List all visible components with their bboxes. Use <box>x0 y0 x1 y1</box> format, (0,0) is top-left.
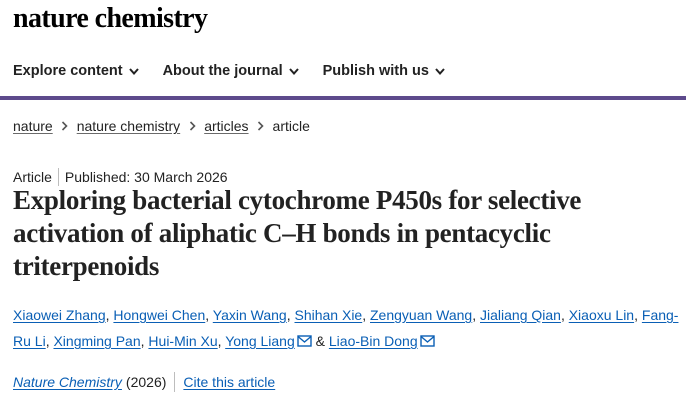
nav-publish-with-us[interactable]: Publish with us <box>323 62 445 80</box>
breadcrumb-nature[interactable]: nature <box>13 117 53 135</box>
chevron-right-icon <box>61 121 69 131</box>
author-link[interactable]: Xingming Pan <box>53 333 140 349</box>
nav-menu: Explore content About the journal Publis… <box>13 62 445 80</box>
breadcrumb-articles[interactable]: articles <box>204 117 248 135</box>
citation-line: Nature Chemistry (2026) Cite this articl… <box>13 372 275 392</box>
site-logo[interactable]: nature chemistry <box>13 2 208 36</box>
author-link[interactable]: Shihan Xie <box>295 307 363 323</box>
article-page: nature chemistry Explore content About t… <box>0 0 686 400</box>
nav-about-the-journal[interactable]: About the journal <box>163 62 299 80</box>
main-navigation: Explore content About the journal Publis… <box>0 44 686 100</box>
author-link[interactable]: Hui-Min Xu <box>148 333 217 349</box>
nav-item-label: Explore content <box>13 63 123 79</box>
breadcrumb-current: article <box>272 118 310 134</box>
chevron-down-icon <box>288 66 299 76</box>
author-link[interactable]: Zengyuan Wang <box>370 307 472 323</box>
author-link[interactable]: Xiaowei Zhang <box>13 307 106 323</box>
chevron-right-icon <box>188 121 196 131</box>
author-link[interactable]: Hongwei Chen <box>113 307 205 323</box>
mail-icon[interactable] <box>297 329 312 347</box>
mail-icon[interactable] <box>419 329 435 347</box>
journal-link[interactable]: Nature Chemistry <box>13 373 122 391</box>
divider <box>174 372 176 392</box>
article-title: Exploring bacterial cytochrome P450s for… <box>13 185 582 281</box>
author-link[interactable]: Jialiang Qian <box>480 307 561 323</box>
cite-this-article-link[interactable]: Cite this article <box>183 373 275 391</box>
breadcrumb-nature-chemistry[interactable]: nature chemistry <box>77 117 180 135</box>
chevron-down-icon <box>435 66 445 76</box>
nav-explore-content[interactable]: Explore content <box>13 62 139 80</box>
author-separator: , <box>286 307 295 323</box>
nav-item-label: Publish with us <box>322 63 429 79</box>
publication-year: (2026) <box>125 374 167 390</box>
author-separator: , <box>205 307 213 323</box>
nav-item-label: About the journal <box>162 63 283 79</box>
author-list: Xiaowei Zhang, Hongwei Chen, Yaxin Wang,… <box>13 302 681 354</box>
author-separator: , <box>560 307 569 323</box>
breadcrumb: nature nature chemistry articles article <box>13 117 310 135</box>
author-link[interactable]: Yong Liang <box>225 333 295 349</box>
author-link[interactable]: Yaxin Wang <box>213 307 287 323</box>
author-link[interactable]: Xiaoxu Lin <box>569 307 634 323</box>
chevron-right-icon <box>257 121 265 131</box>
author-separator: & <box>311 333 329 349</box>
author-separator: , <box>362 307 370 323</box>
author-separator: , <box>634 307 642 323</box>
chevron-down-icon <box>128 66 139 76</box>
author-separator: , <box>472 307 480 323</box>
author-link[interactable]: Liao-Bin Dong <box>329 333 418 349</box>
